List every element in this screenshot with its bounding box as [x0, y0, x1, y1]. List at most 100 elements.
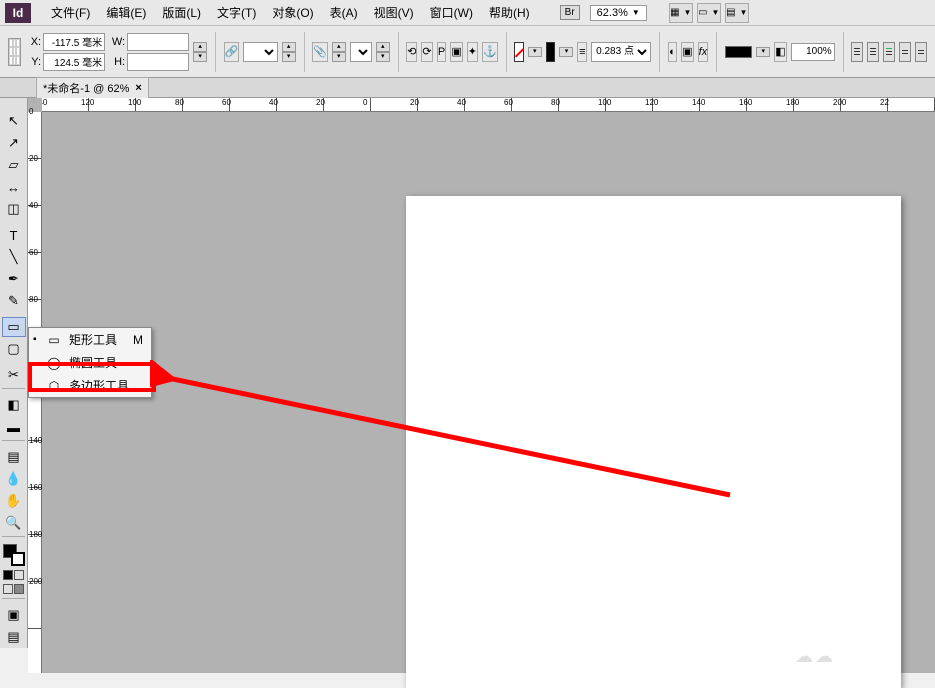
pencil-tool[interactable]: ✎	[2, 291, 26, 311]
r-down[interactable]: ▾	[376, 52, 390, 62]
stroke-box-icon	[11, 552, 25, 566]
fill-swatch[interactable]	[514, 42, 524, 62]
p-icon[interactable]: P	[437, 42, 447, 62]
shape-tool-flyout: ▪ ▭ 矩形工具 M ◯ 椭圆工具 ⬡ 多边形工具	[28, 327, 152, 398]
select-container-icon[interactable]: ▣	[450, 42, 462, 62]
scissors-tool[interactable]: ✂	[2, 365, 26, 385]
flyout-polygon-tool[interactable]: ⬡ 多边形工具	[29, 374, 151, 397]
x-label: X:	[25, 36, 41, 48]
text-wrap-icon-2[interactable]	[867, 42, 879, 62]
apply-color-icon[interactable]	[3, 584, 25, 594]
pen-tool[interactable]: ✒	[2, 269, 26, 289]
select-content-icon[interactable]: ✦	[467, 42, 478, 62]
rotate-select[interactable]	[350, 42, 372, 62]
attach-icon[interactable]: 📎	[312, 42, 328, 62]
line-tool[interactable]: ╲	[2, 247, 26, 267]
w-input[interactable]	[127, 33, 189, 51]
style-drop[interactable]: ▾	[756, 47, 770, 57]
fill-drop[interactable]: ▾	[528, 47, 542, 57]
flyout-ellipse-label: 椭圆工具	[69, 354, 117, 371]
reference-point-grid[interactable]	[8, 38, 21, 66]
stroke-style-bar[interactable]	[725, 46, 753, 58]
text-wrap-icon-1[interactable]	[851, 42, 863, 62]
w-stepper-down[interactable]: ▾	[193, 52, 207, 62]
zoom-value: 62.3%	[597, 7, 628, 19]
menu-help[interactable]: 帮助(H)	[481, 0, 538, 26]
stroke-drop[interactable]: ▾	[559, 47, 573, 57]
menu-table[interactable]: 表(A)	[322, 0, 366, 26]
scale-x-select[interactable]	[243, 42, 277, 62]
rectangle-frame-tool[interactable]: ▭	[2, 317, 26, 337]
text-wrap-icon-5[interactable]	[915, 42, 927, 62]
direct-selection-tool[interactable]: ↗	[2, 133, 26, 153]
menu-window[interactable]: 窗口(W)	[422, 0, 481, 26]
zoom-level-select[interactable]: 62.3% ▼	[590, 5, 647, 21]
shear-up[interactable]: ▴	[332, 42, 346, 52]
bridge-button[interactable]: Br	[560, 5, 580, 20]
format-container-icon[interactable]	[3, 570, 25, 580]
document-page[interactable]	[406, 196, 901, 688]
menu-view[interactable]: 视图(V)	[366, 0, 422, 26]
view-options-button[interactable]: ▦▼	[669, 3, 693, 23]
eyedropper-tool[interactable]: 💧	[2, 469, 26, 489]
opacity-input[interactable]	[791, 43, 835, 61]
y-input[interactable]	[43, 53, 105, 71]
type-tool[interactable]: T	[2, 225, 26, 245]
polygon-icon: ⬡	[47, 379, 61, 393]
menu-file[interactable]: 文件(F)	[43, 0, 98, 26]
stroke-swatch[interactable]	[546, 42, 556, 62]
fx-icon-b[interactable]: ▣	[681, 42, 693, 62]
anchor-icon[interactable]: ⚓	[482, 42, 498, 62]
menu-object[interactable]: 对象(O)	[264, 0, 321, 26]
fx-icon-a[interactable]: ◐	[668, 42, 678, 62]
selection-tool[interactable]: ↖	[2, 111, 26, 131]
zoom-tool[interactable]: 🔍	[2, 513, 26, 533]
note-tool[interactable]: ▤	[2, 447, 26, 467]
h-label: H:	[109, 56, 125, 68]
fx-icon-c[interactable]: fx	[698, 42, 709, 62]
menu-type[interactable]: 文字(T)	[209, 0, 264, 26]
flyout-ellipse-tool[interactable]: ◯ 椭圆工具	[29, 351, 151, 374]
gradient-feather-tool[interactable]: ▬	[2, 417, 26, 437]
gap-tool[interactable]: ↔	[2, 177, 26, 197]
text-wrap-icon-4[interactable]	[899, 42, 911, 62]
current-tool-marker: ▪	[33, 334, 37, 345]
shear-down[interactable]: ▾	[332, 52, 346, 62]
ellipse-icon: ◯	[47, 356, 61, 370]
rectangle-tool[interactable]: ▢	[2, 339, 26, 359]
app-id-icon: Id	[5, 3, 31, 23]
rectangle-icon: ▭	[47, 333, 61, 347]
content-collector-tool[interactable]: ◫	[2, 199, 26, 219]
flyout-polygon-label: 多边形工具	[69, 377, 129, 394]
menu-layout[interactable]: 版面(L)	[154, 0, 209, 26]
view-mode-preview[interactable]: ▤	[2, 627, 26, 647]
flip-h-icon[interactable]: ⟲	[406, 42, 417, 62]
document-tab-bar: *未命名-1 @ 62% ×	[0, 78, 935, 98]
fill-stroke-toggle[interactable]	[3, 544, 25, 566]
document-tab[interactable]: *未命名-1 @ 62% ×	[36, 77, 149, 99]
r-up[interactable]: ▴	[376, 42, 390, 52]
rot-down[interactable]: ▾	[282, 52, 296, 62]
constrain-proportions-icon[interactable]: 🔗	[224, 42, 240, 62]
rot-up[interactable]: ▴	[282, 42, 296, 52]
menu-edit[interactable]: 编辑(E)	[98, 0, 154, 26]
screen-mode-button[interactable]: ▭▼	[697, 3, 721, 23]
horizontal-ruler[interactable]: 140 120 100 80 60 40 20 0 20 40 60 80 10…	[42, 98, 935, 112]
arrange-button[interactable]: ▤▼	[725, 3, 749, 23]
flip-v-icon[interactable]: ⟳	[421, 42, 432, 62]
page-tool[interactable]: ▱	[2, 155, 26, 175]
close-tab-button[interactable]: ×	[135, 82, 141, 94]
w-stepper-up[interactable]: ▴	[193, 42, 207, 52]
chevron-down-icon: ▼	[632, 8, 640, 17]
flyout-rectangle-label: 矩形工具	[69, 331, 117, 348]
x-input[interactable]	[43, 33, 105, 51]
stroke-weight-select[interactable]: 0.283 点	[591, 42, 651, 62]
toolbox: ↖ ↗ ▱ ↔ ◫ T ╲ ✒ ✎ ▭ ▢ ✂ ◧ ▬ ▤ 💧 ✋ 🔍 ▣ ▤	[0, 98, 28, 648]
gradient-swatch-tool[interactable]: ◧	[2, 395, 26, 415]
w-label: W:	[109, 36, 125, 48]
h-input[interactable]	[127, 53, 189, 71]
flyout-rectangle-tool[interactable]: ▪ ▭ 矩形工具 M	[29, 328, 151, 351]
hand-tool[interactable]: ✋	[2, 491, 26, 511]
view-mode-normal[interactable]: ▣	[2, 605, 26, 625]
text-wrap-icon-3[interactable]	[883, 42, 895, 62]
